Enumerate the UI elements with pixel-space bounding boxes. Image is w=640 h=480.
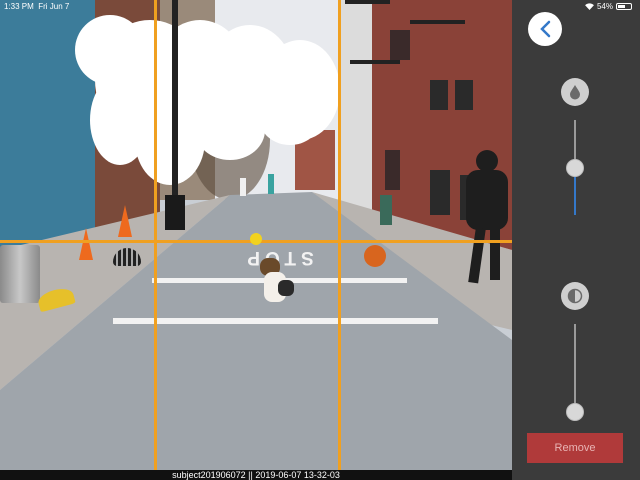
street-photo[interactable]: STOP — [0, 0, 512, 470]
grid-vertical-line-right — [338, 0, 341, 470]
chevron-left-icon — [540, 20, 551, 38]
person-silhouette-icon[interactable] — [462, 150, 512, 285]
contrast-slider-track[interactable] — [574, 324, 576, 409]
battery-percent: 54% — [596, 2, 613, 11]
back-button[interactable] — [528, 12, 562, 46]
image-caption: subject201906072 || 2019-06-07 13-32-03 — [0, 470, 512, 480]
ball-icon[interactable] — [364, 245, 386, 267]
battery-icon — [616, 3, 632, 10]
opacity-button[interactable] — [561, 78, 589, 106]
small-ball-icon[interactable] — [250, 233, 262, 245]
remove-button[interactable]: Remove — [527, 433, 623, 463]
contrast-slider-thumb[interactable] — [566, 403, 584, 421]
status-bar: 1:33 PM Fri Jun 7 54% — [0, 0, 640, 12]
grid-vertical-line-left — [154, 0, 157, 470]
contrast-icon — [567, 288, 583, 304]
drop-icon — [570, 85, 580, 100]
status-battery: 54% — [585, 2, 632, 11]
opacity-slider-thumb[interactable] — [566, 159, 584, 177]
trash-can-icon[interactable] — [0, 245, 40, 303]
cone-icon[interactable] — [118, 205, 132, 237]
cone-icon[interactable] — [79, 228, 93, 260]
contrast-button[interactable] — [561, 282, 589, 310]
dog-icon[interactable] — [258, 258, 298, 310]
status-time: 1:33 PM Fri Jun 7 — [4, 2, 70, 11]
wifi-icon — [585, 3, 594, 10]
